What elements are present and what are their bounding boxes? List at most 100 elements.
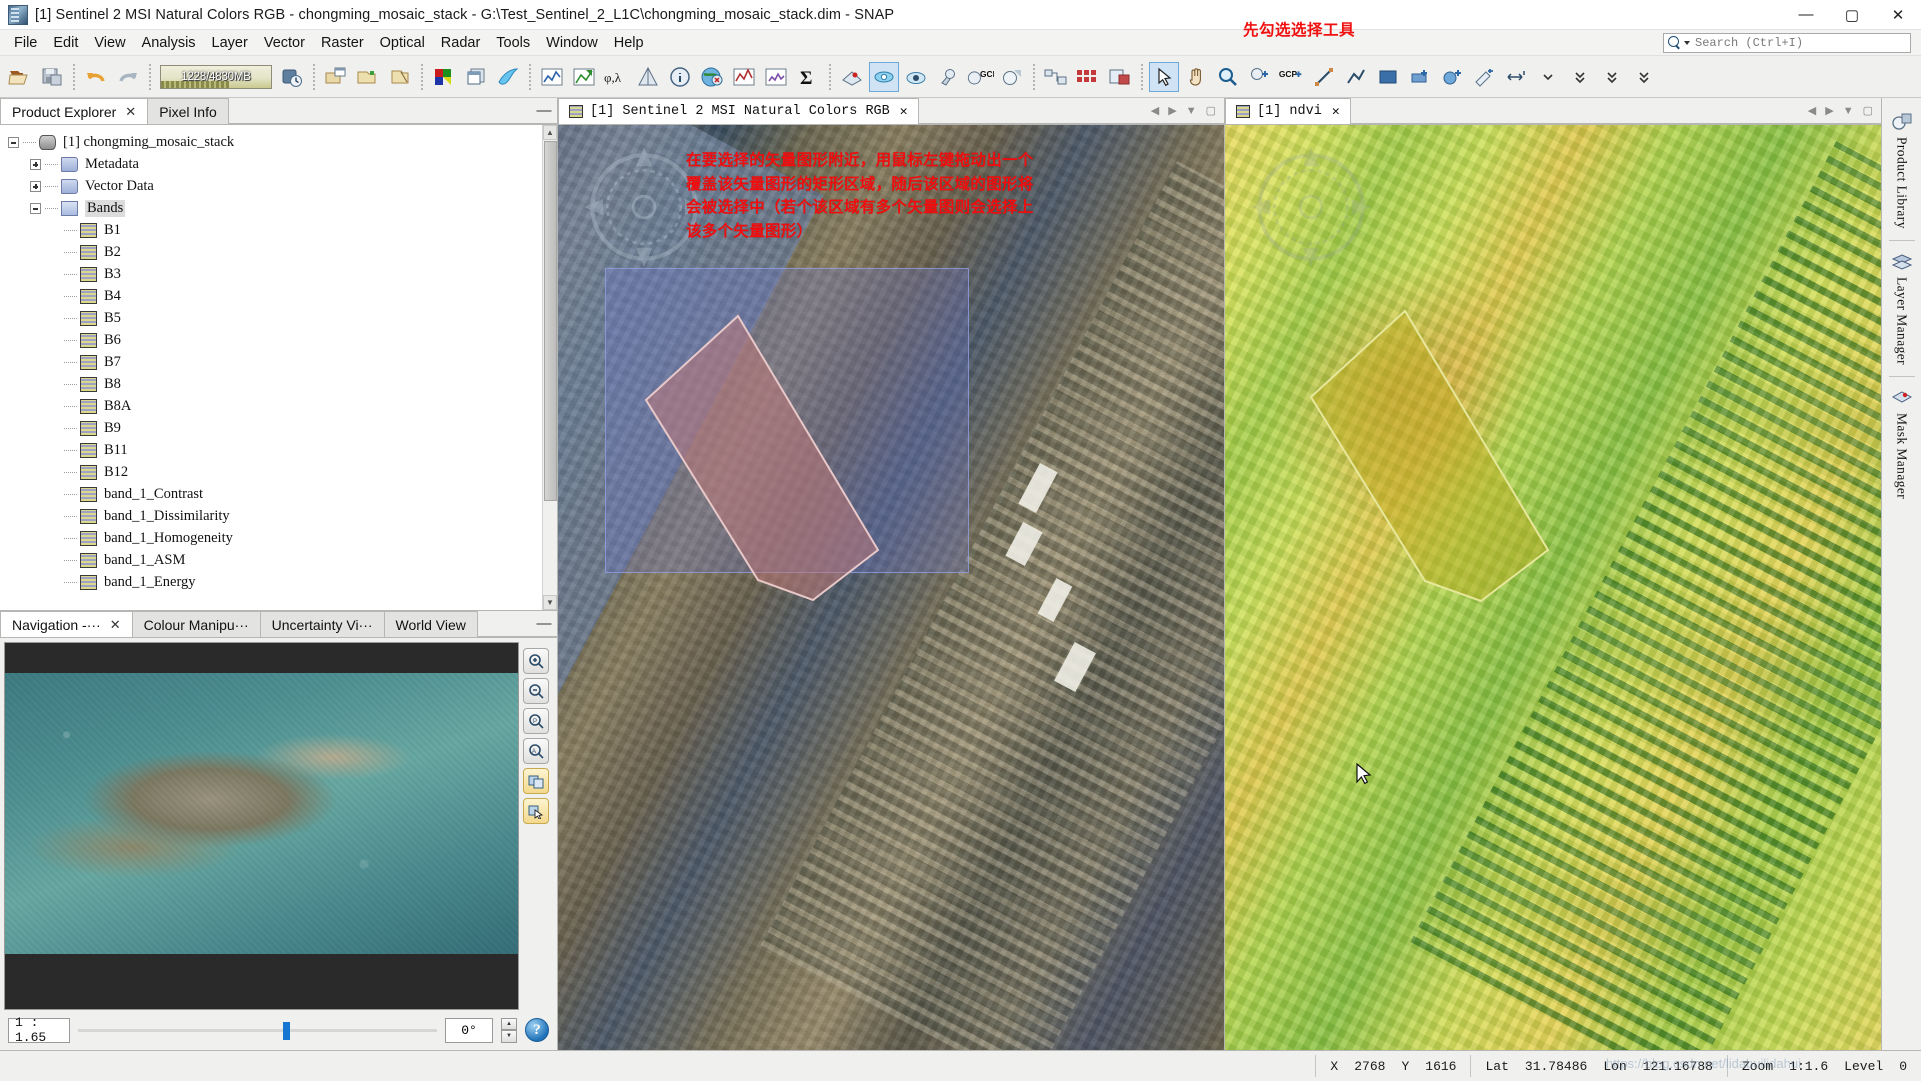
toolbar-overflow-1[interactable] xyxy=(1533,62,1563,92)
tab-list-icon[interactable]: ▼ xyxy=(1843,105,1854,117)
zoom-slider[interactable] xyxy=(78,1018,437,1043)
tree-row-band[interactable]: band_1_ASM xyxy=(8,549,557,571)
pin-manager-button[interactable] xyxy=(933,62,963,92)
geo-coding-button[interactable]: φ,λ xyxy=(601,62,631,92)
chevron-down-icon[interactable] xyxy=(1684,41,1690,45)
expand-icon[interactable] xyxy=(30,180,41,192)
graph-builder-button[interactable] xyxy=(1041,62,1071,92)
memory-monitor[interactable]: 1228/4830MB xyxy=(160,64,272,89)
undo-button[interactable] xyxy=(81,62,111,92)
menu-radar[interactable]: Radar xyxy=(433,33,489,53)
tab-product-explorer[interactable]: Product Explorer ✕ xyxy=(0,98,149,124)
statistics-button[interactable] xyxy=(761,62,791,92)
tree-row-band[interactable]: B6 xyxy=(8,329,557,351)
tree-row-product[interactable]: [1] chongming_mosaic_stack xyxy=(8,131,557,153)
tree-row-band[interactable]: B7 xyxy=(8,351,557,373)
menu-help[interactable]: Help xyxy=(606,33,652,53)
polygon-drawing-tool-button[interactable] xyxy=(1437,62,1467,92)
prev-tab-icon[interactable]: ◀ xyxy=(1808,104,1816,117)
product-tree[interactable]: [1] chongming_mosaic_stack Metadata Vect… xyxy=(0,125,557,610)
collapse-icon[interactable] xyxy=(8,136,19,148)
range-finder-button[interactable] xyxy=(1501,62,1531,92)
close-button[interactable]: ✕ xyxy=(1875,0,1921,30)
navigation-thumbnail[interactable] xyxy=(4,642,519,1010)
open-rgb-image-window-button[interactable] xyxy=(321,62,351,92)
save-product-button[interactable] xyxy=(37,62,67,92)
redo-button[interactable] xyxy=(113,62,143,92)
tab-navigation[interactable]: Navigation -··· ✕ xyxy=(0,611,133,637)
reset-memory-button[interactable] xyxy=(277,62,307,92)
selection-tool-button[interactable] xyxy=(1149,61,1179,92)
menu-optical[interactable]: Optical xyxy=(372,33,433,53)
sync-views-button[interactable] xyxy=(523,768,549,794)
help-button[interactable]: ? xyxy=(525,1018,549,1042)
tree-scrollbar[interactable]: ▲ ▼ xyxy=(542,125,557,610)
menu-tools[interactable]: Tools xyxy=(488,33,538,53)
close-icon[interactable]: ✕ xyxy=(125,104,136,120)
open-image-view-button[interactable] xyxy=(353,62,383,92)
menu-file[interactable]: File xyxy=(6,33,45,53)
polyline-drawing-tool-button[interactable] xyxy=(1341,62,1371,92)
ellipse-drawing-tool-button[interactable] xyxy=(1405,62,1435,92)
minimize-navigation-button[interactable]: — xyxy=(531,611,557,637)
magic-wand-tool-button[interactable] xyxy=(1469,62,1499,92)
zoom-all-button[interactable]: A xyxy=(523,738,549,764)
scroll-up-icon[interactable]: ▲ xyxy=(543,125,557,140)
information-button[interactable] xyxy=(493,62,523,92)
tree-row-band[interactable]: B9 xyxy=(8,417,557,439)
profile-plot-button[interactable] xyxy=(633,62,663,92)
selected-vector-polygon[interactable] xyxy=(638,310,888,620)
tree-row-band[interactable]: B3 xyxy=(8,263,557,285)
close-icon[interactable]: ✕ xyxy=(900,104,908,119)
time-series-button[interactable] xyxy=(729,62,759,92)
colour-manipulation-button[interactable] xyxy=(429,62,459,92)
information-panel-button[interactable] xyxy=(665,62,695,92)
scatter-plot-button[interactable] xyxy=(569,62,599,92)
sidebar-item-layer-manager[interactable]: Layer Manager xyxy=(1882,244,1921,373)
tab-world-view[interactable]: World View xyxy=(383,611,478,637)
line-drawing-tool-button[interactable] xyxy=(1309,62,1339,92)
scroll-down-icon[interactable]: ▼ xyxy=(543,595,557,610)
sync-cursor-button[interactable] xyxy=(523,798,549,824)
menu-raster[interactable]: Raster xyxy=(313,33,372,53)
tree-row-band[interactable]: band_1_Homogeneity xyxy=(8,527,557,549)
minimize-panel-button[interactable]: — xyxy=(531,98,557,124)
tree-row-band[interactable]: B5 xyxy=(8,307,557,329)
tree-row-band[interactable]: B12 xyxy=(8,461,557,483)
zoom-tool-button[interactable] xyxy=(1213,62,1243,92)
stepper-up-icon[interactable]: ▲ xyxy=(501,1017,517,1030)
layer-editor-button[interactable] xyxy=(901,62,931,92)
tree-row-band[interactable]: B11 xyxy=(8,439,557,461)
menu-layer[interactable]: Layer xyxy=(204,33,256,53)
sidebar-item-mask-manager[interactable]: Mask Manager xyxy=(1882,380,1921,507)
zoom-to-pixel-resolution-button[interactable]: P xyxy=(523,708,549,734)
tab-list-icon[interactable]: ▼ xyxy=(1186,105,1197,117)
slider-knob[interactable] xyxy=(282,1021,290,1040)
tree-row-band[interactable]: B8A xyxy=(8,395,557,417)
maximize-window-icon[interactable]: ▢ xyxy=(1863,104,1873,117)
tree-row-band[interactable]: band_1_Contrast xyxy=(8,483,557,505)
next-tab-icon[interactable]: ▶ xyxy=(1825,104,1833,117)
prev-tab-icon[interactable]: ◀ xyxy=(1151,104,1159,117)
sum-button[interactable]: Σ xyxy=(793,62,823,92)
mask-manager-button[interactable] xyxy=(837,62,867,92)
maximize-window-icon[interactable]: ▢ xyxy=(1206,104,1216,117)
zoom-in-button[interactable] xyxy=(523,648,549,674)
tree-row-band[interactable]: band_1_Energy xyxy=(8,571,557,593)
expand-icon[interactable] xyxy=(30,158,41,170)
tree-row-vector-data[interactable]: Vector Data xyxy=(8,175,557,197)
zoom-factor-field[interactable]: 1 : 1.65 xyxy=(8,1015,70,1045)
toolbar-overflow-4[interactable] xyxy=(1629,62,1659,92)
tree-row-band[interactable]: B8 xyxy=(8,373,557,395)
tab-colour-manipulation[interactable]: Colour Manipu··· xyxy=(131,611,261,637)
tab-ndvi[interactable]: [1] ndvi ✕ xyxy=(1225,98,1351,124)
maximize-button[interactable]: ▢ xyxy=(1829,0,1875,30)
sidebar-item-product-library[interactable]: Product Library xyxy=(1882,104,1921,237)
gcp-manager-button[interactable]: GCP xyxy=(965,62,995,92)
tree-row-band[interactable]: B1 xyxy=(8,219,557,241)
image-view-ndvi[interactable] xyxy=(1225,125,1881,1050)
tree-row-metadata[interactable]: Metadata xyxy=(8,153,557,175)
pin-placing-tool-button[interactable] xyxy=(1245,62,1275,92)
tab-sentinel-rgb[interactable]: [1] Sentinel 2 MSI Natural Colors RGB ✕ xyxy=(558,98,919,124)
collapse-icon[interactable] xyxy=(30,202,41,214)
